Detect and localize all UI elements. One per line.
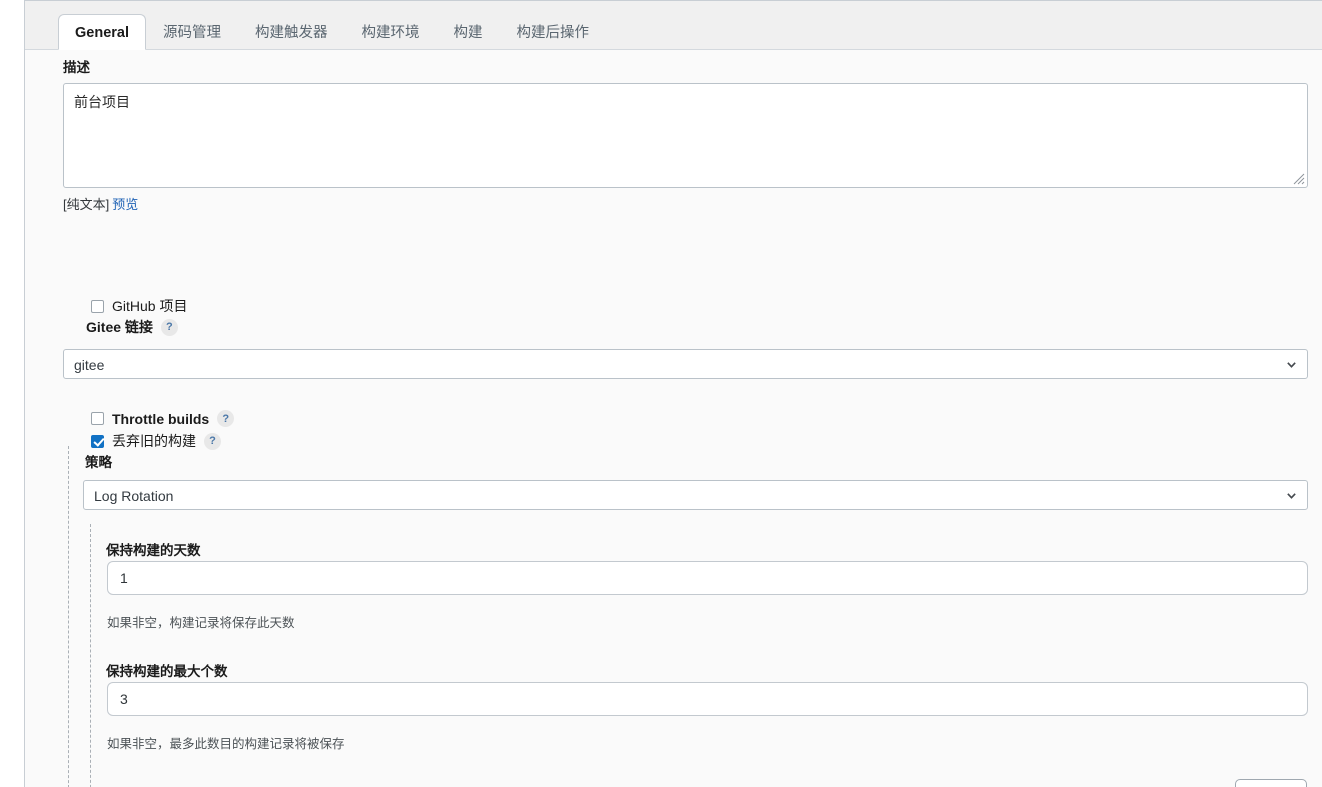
throttle-builds-help-icon[interactable]: ? (217, 410, 235, 427)
gitee-link-row: Gitee 链接 ? (86, 317, 178, 337)
gitee-link-select[interactable]: gitee (63, 349, 1308, 379)
throttle-builds-row[interactable]: Throttle builds ? (91, 410, 235, 427)
chevron-down-icon (1287, 492, 1296, 499)
gitee-link-help-icon[interactable]: ? (160, 318, 178, 336)
tab-source-management[interactable]: 源码管理 (146, 14, 238, 50)
preview-link[interactable]: 预览 (112, 197, 138, 212)
discard-old-builds-label: 丢弃旧的构建 (112, 433, 196, 449)
days-to-keep-input[interactable] (107, 561, 1308, 595)
strategy-select-value: Log Rotation (94, 488, 174, 504)
tab-post-build-actions[interactable]: 构建后操作 (500, 14, 607, 50)
tab-build-label: 构建 (453, 25, 483, 41)
tab-source-management-label: 源码管理 (163, 25, 221, 41)
discard-old-builds-checkbox[interactable] (91, 434, 104, 448)
days-to-keep-hint: 如果非空，构建记录将保存此天数 (107, 616, 295, 630)
advanced-button[interactable]: 高级... (1234, 779, 1307, 787)
github-project-label: GitHub 项目 (112, 298, 188, 314)
strategy-label: 策略 (85, 455, 112, 470)
tab-bar: General 源码管理 构建触发器 构建环境 构建 构建后操作 (25, 1, 1322, 50)
gitee-link-label: Gitee 链接 (86, 319, 153, 335)
config-panel: General 源码管理 构建触发器 构建环境 构建 构建后操作 描述 前台项目… (24, 0, 1322, 787)
description-preview-row: [纯文本] 预览 (63, 194, 138, 213)
max-builds-to-keep-hint: 如果非空，最多此数目的构建记录将被保存 (107, 737, 345, 751)
description-textarea[interactable] (63, 83, 1308, 188)
tab-build-triggers-label: 构建触发器 (255, 25, 328, 41)
tab-general[interactable]: General (58, 14, 146, 50)
chevron-down-icon (1287, 361, 1296, 368)
tab-build[interactable]: 构建 (437, 14, 500, 50)
tab-build-triggers[interactable]: 构建触发器 (238, 14, 345, 50)
discard-old-builds-help-icon[interactable]: ? (204, 432, 221, 450)
github-project-checkbox[interactable] (91, 299, 104, 313)
description-field-wrap (63, 83, 1308, 188)
tab-post-build-actions-label: 构建后操作 (516, 25, 590, 41)
tab-general-label: General (75, 25, 129, 41)
plain-text-note: [纯文本] (63, 197, 110, 212)
github-project-row[interactable]: GitHub 项目 (91, 296, 187, 316)
tab-build-environment-label: 构建环境 (361, 25, 420, 41)
screen-root: General 源码管理 构建触发器 构建环境 构建 构建后操作 描述 前台项目… (0, 0, 1322, 787)
strategy-select[interactable]: Log Rotation (83, 480, 1308, 510)
nesting-guide-outer (68, 446, 69, 787)
throttle-builds-checkbox[interactable] (91, 412, 104, 425)
config-form: 描述 [纯文本]预览 GitHub 项目 (25, 50, 1322, 787)
discard-old-builds-row[interactable]: 丢弃旧的构建 ? (91, 431, 221, 451)
description-label: 描述 (63, 60, 90, 75)
gitee-link-select-value: gitee (74, 357, 105, 373)
throttle-builds-label: Throttle builds (112, 410, 210, 427)
max-builds-to-keep-input[interactable] (107, 682, 1308, 716)
tab-build-environment[interactable]: 构建环境 (345, 14, 437, 50)
days-to-keep-label: 保持构建的天数 (106, 543, 201, 558)
max-builds-to-keep-label: 保持构建的最大个数 (106, 664, 228, 679)
nesting-guide-inner (90, 524, 91, 787)
